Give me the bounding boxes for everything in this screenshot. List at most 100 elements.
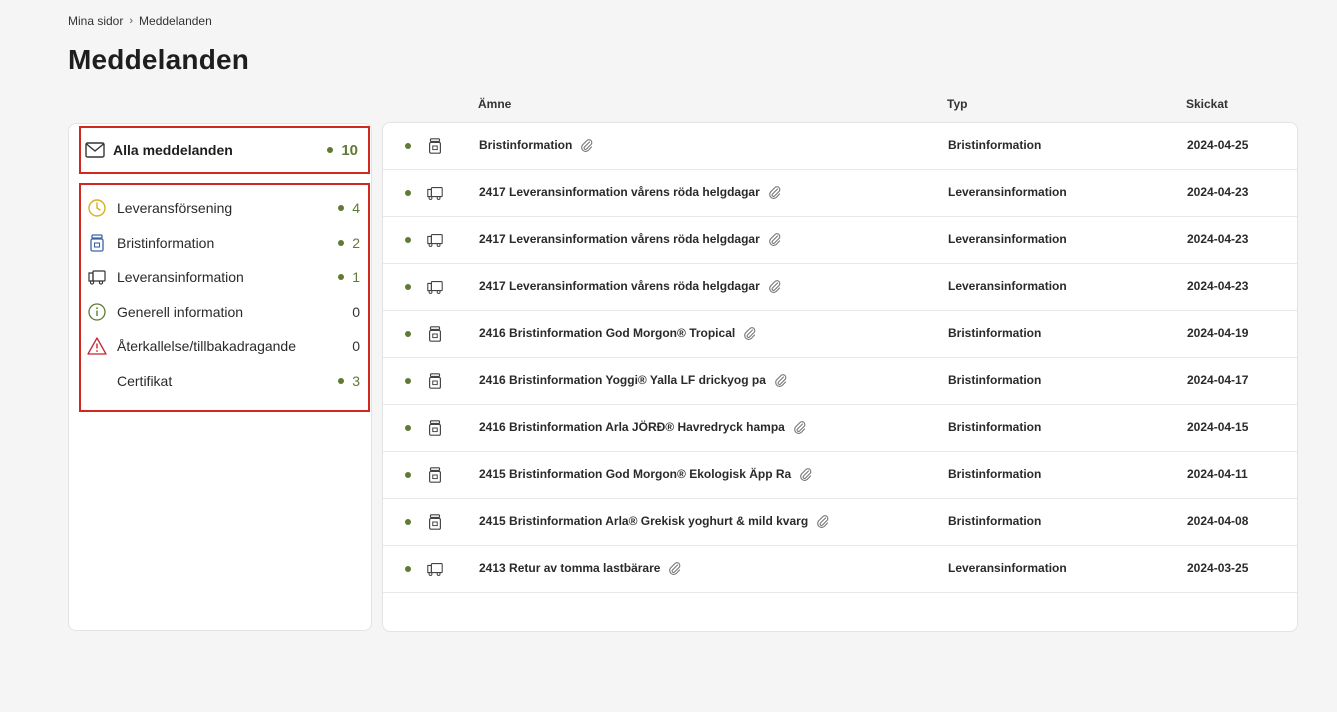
category-label: Leveransinformation	[117, 269, 244, 286]
jar-icon	[426, 137, 444, 155]
count-value: 0	[352, 303, 360, 320]
count-value: 1	[352, 269, 360, 286]
table-row[interactable]: 2416 Bristinformation Arla JÖRÐ® Havredr…	[383, 405, 1297, 452]
breadcrumb: Mina sidor › Meddelanden	[68, 14, 212, 28]
message-date: 2024-04-25	[1187, 138, 1249, 152]
category-label: Bristinformation	[117, 234, 215, 251]
paperclip-icon	[774, 373, 787, 387]
filter-all-messages[interactable]: Alla meddelanden 10	[79, 126, 370, 174]
message-subject-text: Bristinformation	[479, 138, 573, 152]
message-subject-text: 2417 Leveransinformation vårens röda hel…	[479, 232, 760, 246]
unread-dot	[338, 377, 345, 384]
message-date: 2024-04-17	[1187, 373, 1249, 387]
message-subject-text: 2417 Leveransinformation vårens röda hel…	[479, 279, 760, 293]
message-table: Bristinformation Bristinformation 2024-0…	[382, 122, 1298, 632]
message-subject-text: 2416 Bristinformation Yoggi® Yalla LF dr…	[479, 373, 766, 387]
column-header-type[interactable]: Typ	[947, 97, 967, 111]
message-date: 2024-04-19	[1187, 326, 1249, 340]
unread-dot	[405, 143, 411, 149]
envelope-icon	[85, 142, 105, 158]
unread-dot	[327, 147, 334, 153]
table-row[interactable]: 2417 Leveransinformation vårens röda hel…	[383, 217, 1297, 264]
column-header-sent[interactable]: Skickat	[1186, 97, 1228, 111]
message-date: 2024-04-11	[1187, 467, 1248, 481]
count-value: 2	[352, 234, 360, 251]
message-type: Leveransinformation	[948, 185, 1067, 199]
truck-icon	[87, 267, 107, 287]
jar-icon	[426, 513, 444, 531]
table-row[interactable]: 2415 Bristinformation God Morgon® Ekolog…	[383, 452, 1297, 499]
message-subject: 2413 Retur av tomma lastbärare	[479, 561, 681, 575]
message-subject-text: 2415 Bristinformation God Morgon® Ekolog…	[479, 467, 792, 481]
message-subject-text: 2417 Leveransinformation vårens röda hel…	[479, 185, 760, 199]
unread-dot	[405, 284, 411, 290]
unread-dot	[405, 378, 411, 384]
message-subject: 2415 Bristinformation Arla® Grekisk yogh…	[479, 514, 829, 528]
category-count: 1	[338, 269, 360, 285]
category-count: 2	[338, 235, 360, 251]
breadcrumb-separator: ›	[129, 15, 134, 27]
breadcrumb-current: Meddelanden	[139, 14, 212, 28]
category-leveransinformation[interactable]: Leveransinformation 1	[81, 260, 368, 295]
unread-dot	[338, 205, 345, 212]
message-subject-text: 2413 Retur av tomma lastbärare	[479, 561, 661, 575]
category-count: 3	[338, 373, 360, 389]
warning-icon	[87, 336, 107, 356]
clock-icon	[87, 198, 107, 218]
table-row[interactable]: 2416 Bristinformation Yoggi® Yalla LF dr…	[383, 358, 1297, 405]
truck-icon	[426, 278, 444, 296]
breadcrumb-root-link[interactable]: Mina sidor	[68, 14, 123, 28]
message-subject: 2415 Bristinformation God Morgon® Ekolog…	[479, 467, 812, 481]
paperclip-icon	[768, 232, 781, 246]
message-date: 2024-04-23	[1187, 279, 1249, 293]
count-value: 10	[341, 141, 358, 159]
category-label: Återkallelse/tillbakadragande	[117, 338, 296, 355]
truck-icon	[426, 560, 444, 578]
message-subject: 2416 Bristinformation God Morgon® Tropic…	[479, 326, 756, 340]
category-aterkallelse[interactable]: Återkallelse/tillbakadragande 0	[81, 329, 368, 364]
message-type: Leveransinformation	[948, 561, 1067, 575]
message-type: Leveransinformation	[948, 279, 1067, 293]
message-date: 2024-04-08	[1187, 514, 1249, 528]
page-title: Meddelanden	[68, 44, 250, 75]
jar-icon	[426, 466, 444, 484]
category-leveransforsening[interactable]: Leveransförsening 4	[81, 191, 368, 226]
message-subject: 2417 Leveransinformation vårens röda hel…	[479, 232, 781, 246]
unread-dot	[338, 239, 345, 246]
paperclip-icon	[743, 326, 756, 340]
filter-all-count: 10	[327, 142, 358, 159]
table-row[interactable]: 2416 Bristinformation God Morgon® Tropic…	[383, 311, 1297, 358]
message-type: Bristinformation	[948, 326, 1042, 340]
category-count: 0	[352, 304, 360, 320]
table-row[interactable]: 2415 Bristinformation Arla® Grekisk yogh…	[383, 499, 1297, 546]
paperclip-icon	[668, 561, 681, 575]
empty-icon-slot	[87, 371, 107, 391]
column-header-subject[interactable]: Ämne	[478, 97, 511, 111]
paperclip-icon	[816, 514, 829, 528]
table-row[interactable]: 2413 Retur av tomma lastbärare Leveransi…	[383, 546, 1297, 593]
message-subject-text: 2415 Bristinformation Arla® Grekisk yogh…	[479, 514, 809, 528]
category-count: 0	[352, 338, 360, 354]
category-certifikat[interactable]: Certifikat 3	[81, 364, 368, 399]
category-generell-information[interactable]: Generell information 0	[81, 295, 368, 330]
unread-dot	[405, 472, 411, 478]
table-row[interactable]: 2417 Leveransinformation vårens röda hel…	[383, 170, 1297, 217]
paperclip-icon	[580, 138, 593, 152]
unread-dot	[338, 274, 345, 281]
filter-all-label: Alla meddelanden	[113, 142, 233, 158]
message-subject-text: 2416 Bristinformation Arla JÖRÐ® Havredr…	[479, 420, 785, 434]
message-date: 2024-04-23	[1187, 232, 1249, 246]
message-subject: Bristinformation	[479, 138, 593, 152]
truck-icon	[426, 231, 444, 249]
category-label: Leveransförsening	[117, 200, 233, 217]
message-type: Bristinformation	[948, 420, 1042, 434]
message-type: Bristinformation	[948, 373, 1042, 387]
category-bristinformation[interactable]: Bristinformation 2	[81, 226, 368, 261]
unread-dot	[405, 425, 411, 431]
count-value: 0	[352, 338, 360, 355]
table-row[interactable]: 2417 Leveransinformation vårens röda hel…	[383, 264, 1297, 311]
category-label: Generell information	[117, 303, 244, 320]
table-row[interactable]: Bristinformation Bristinformation 2024-0…	[383, 123, 1297, 170]
jar-icon	[426, 419, 444, 437]
unread-dot	[405, 331, 411, 337]
